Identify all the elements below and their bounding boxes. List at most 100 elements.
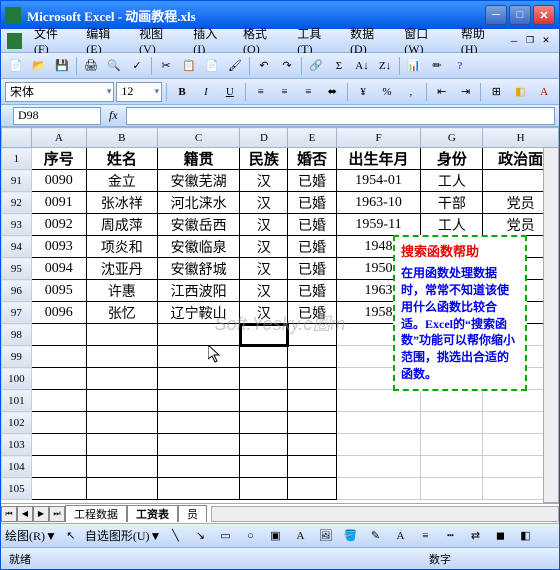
row-header[interactable]: 1 xyxy=(2,148,32,170)
col-header-H[interactable]: H xyxy=(483,128,559,148)
cell[interactable] xyxy=(86,478,157,500)
cell[interactable] xyxy=(288,368,336,390)
copy-icon[interactable]: 📋 xyxy=(178,55,200,77)
cell[interactable] xyxy=(31,478,86,500)
cell[interactable] xyxy=(31,390,86,412)
italic-icon[interactable]: I xyxy=(195,81,217,103)
cell[interactable] xyxy=(421,434,483,456)
cell[interactable]: 汉 xyxy=(240,170,288,192)
cell[interactable] xyxy=(240,368,288,390)
underline-icon[interactable]: U xyxy=(219,81,241,103)
spell-icon[interactable]: ✓ xyxy=(126,55,148,77)
cell[interactable]: 婚否 xyxy=(288,148,336,170)
cell[interactable]: 金立 xyxy=(86,170,157,192)
cell[interactable] xyxy=(421,412,483,434)
cell[interactable]: 安徽临泉 xyxy=(157,236,240,258)
sort-asc-icon[interactable]: A↓ xyxy=(351,55,373,77)
row-header[interactable]: 93 xyxy=(2,214,32,236)
cell[interactable] xyxy=(31,456,86,478)
preview-icon[interactable]: 🔍 xyxy=(103,55,125,77)
cell[interactable]: 已婚 xyxy=(288,236,336,258)
col-header-A[interactable]: A xyxy=(31,128,86,148)
cell[interactable] xyxy=(31,324,86,346)
cell[interactable]: 汉 xyxy=(240,236,288,258)
cell[interactable] xyxy=(336,478,421,500)
cell[interactable]: 1959-11 xyxy=(336,214,421,236)
cell[interactable]: 民族 xyxy=(240,148,288,170)
hyperlink-icon[interactable]: 🔗 xyxy=(305,55,327,77)
cell[interactable]: 干部 xyxy=(421,192,483,214)
row-header[interactable]: 95 xyxy=(2,258,32,280)
cell[interactable]: 汉 xyxy=(240,192,288,214)
print-icon[interactable]: 🖨 xyxy=(80,55,102,77)
cell[interactable] xyxy=(336,456,421,478)
col-header-B[interactable]: B xyxy=(86,128,157,148)
cell[interactable]: 汉 xyxy=(240,258,288,280)
cell[interactable] xyxy=(157,412,240,434)
vertical-scrollbar[interactable] xyxy=(543,147,559,503)
cell[interactable] xyxy=(86,434,157,456)
cell[interactable] xyxy=(336,434,421,456)
cell[interactable]: 0091 xyxy=(31,192,86,214)
cell[interactable]: 已婚 xyxy=(288,302,336,324)
cell[interactable] xyxy=(288,412,336,434)
cell[interactable] xyxy=(421,456,483,478)
selected-cell[interactable] xyxy=(240,324,288,346)
cell[interactable] xyxy=(240,456,288,478)
cell[interactable]: 河北涞水 xyxy=(157,192,240,214)
align-right-icon[interactable]: ≡ xyxy=(297,81,319,103)
row-header[interactable]: 98 xyxy=(2,324,32,346)
sheet-tab[interactable]: 员 xyxy=(178,505,207,522)
cell[interactable] xyxy=(157,390,240,412)
cell[interactable]: 1963-10 xyxy=(336,192,421,214)
paste-icon[interactable]: 📄 xyxy=(201,55,223,77)
fill-color-icon[interactable]: ◧ xyxy=(509,81,531,103)
col-header-D[interactable]: D xyxy=(240,128,288,148)
linecolor-icon[interactable]: ✎ xyxy=(364,525,386,547)
cell[interactable]: 安徽岳西 xyxy=(157,214,240,236)
comma-icon[interactable]: , xyxy=(400,81,422,103)
doc-minimize-button[interactable]: ─ xyxy=(507,35,521,47)
col-header-F[interactable]: F xyxy=(336,128,421,148)
row-header[interactable]: 91 xyxy=(2,170,32,192)
currency-icon[interactable]: ¥ xyxy=(352,81,374,103)
cell[interactable]: 汉 xyxy=(240,280,288,302)
cell[interactable] xyxy=(288,390,336,412)
cell[interactable]: 姓名 xyxy=(86,148,157,170)
indent-inc-icon[interactable]: ⇥ xyxy=(455,81,477,103)
arrowstyle-icon[interactable]: ⇄ xyxy=(464,525,486,547)
cell[interactable] xyxy=(86,368,157,390)
font-size-combo[interactable]: 12 xyxy=(116,82,162,102)
cell[interactable] xyxy=(86,346,157,368)
cell[interactable] xyxy=(240,390,288,412)
autoshapes-menu[interactable]: 自选图形(U)▼ xyxy=(85,527,162,544)
cell[interactable] xyxy=(31,434,86,456)
cell[interactable] xyxy=(336,412,421,434)
row-header[interactable]: 99 xyxy=(2,346,32,368)
save-icon[interactable]: 💾 xyxy=(51,55,73,77)
row-header[interactable]: 100 xyxy=(2,368,32,390)
doc-restore-button[interactable]: ❐ xyxy=(523,35,537,47)
cell[interactable]: 0095 xyxy=(31,280,86,302)
sheet-tab[interactable]: 工程数据 xyxy=(65,505,127,522)
select-all-corner[interactable] xyxy=(2,128,32,148)
row-header[interactable]: 96 xyxy=(2,280,32,302)
doc-close-button[interactable]: ✕ xyxy=(539,35,553,47)
cell[interactable] xyxy=(288,434,336,456)
fillcolor-icon[interactable]: 🪣 xyxy=(339,525,361,547)
cell[interactable]: 0096 xyxy=(31,302,86,324)
cell[interactable] xyxy=(157,478,240,500)
cell[interactable] xyxy=(240,346,288,368)
col-header-C[interactable]: C xyxy=(157,128,240,148)
format-painter-icon[interactable]: 🖌 xyxy=(224,55,246,77)
undo-icon[interactable]: ↶ xyxy=(253,55,275,77)
cell[interactable]: 汉 xyxy=(240,214,288,236)
wordart-icon[interactable]: A xyxy=(289,525,311,547)
draw-menu[interactable]: 绘图(R)▼ xyxy=(5,527,57,544)
align-left-icon[interactable]: ≡ xyxy=(250,81,272,103)
cell[interactable]: 已婚 xyxy=(288,170,336,192)
tab-nav-next-icon[interactable]: ▶ xyxy=(33,506,49,522)
horizontal-scrollbar[interactable] xyxy=(211,506,559,522)
cell[interactable] xyxy=(288,346,336,368)
3d-icon[interactable]: ◧ xyxy=(514,525,536,547)
